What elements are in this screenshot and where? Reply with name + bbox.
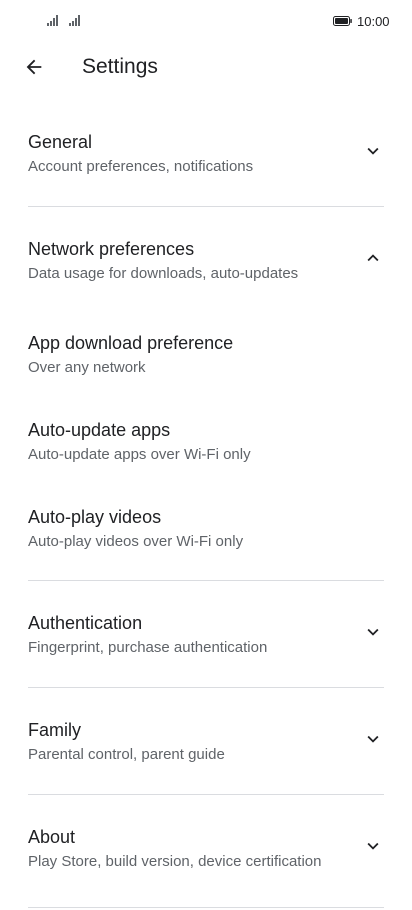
status-time: 10:00 — [357, 14, 390, 29]
back-button[interactable] — [18, 51, 50, 83]
section-family[interactable]: Family Parental control, parent guide — [28, 688, 384, 795]
settings-list: General Account preferences, notificatio… — [0, 100, 412, 908]
section-about[interactable]: About Play Store, build version, device … — [28, 795, 384, 908]
setting-auto-play-videos[interactable]: Auto-play videos Auto-play videos over W… — [28, 487, 384, 574]
arrow-back-icon — [26, 59, 42, 75]
chevron-down-icon — [367, 628, 379, 636]
section-subtitle: Play Store, build version, device certif… — [28, 853, 322, 870]
section-header[interactable]: Family Parental control, parent guide — [28, 688, 384, 794]
chevron-down-icon — [367, 842, 379, 850]
section-subtitle: Account preferences, notifications — [28, 158, 254, 175]
app-bar: Settings — [0, 44, 412, 90]
section-title: About — [28, 827, 76, 847]
setting-value: Over any network — [28, 359, 146, 376]
signal-icon — [69, 15, 80, 26]
setting-auto-update-apps[interactable]: Auto-update apps Auto-update apps over W… — [28, 400, 384, 487]
section-general[interactable]: General Account preferences, notificatio… — [28, 100, 384, 207]
status-bar: 10:00 — [0, 0, 412, 44]
signal-icon — [47, 15, 58, 26]
setting-value: Auto-update apps over Wi-Fi only — [28, 446, 251, 463]
section-header[interactable]: Authentication Fingerprint, purchase aut… — [28, 581, 384, 687]
section-title: General — [28, 132, 93, 152]
setting-app-download-preference[interactable]: App download preference Over any network — [28, 313, 384, 400]
setting-value: Auto-play videos over Wi-Fi only — [28, 533, 244, 550]
page-title: Settings — [82, 55, 158, 78]
setting-title: Auto-play videos — [28, 507, 162, 527]
section-title: Family — [28, 720, 81, 740]
chevron-down-icon — [367, 147, 379, 155]
section-network-preferences[interactable]: Network preferences Data usage for downl… — [28, 207, 384, 581]
chevron-down-icon — [367, 735, 379, 743]
section-subtitle: Fingerprint, purchase authentication — [28, 639, 268, 656]
section-header[interactable]: About Play Store, build version, device … — [28, 795, 384, 901]
setting-title: Auto-update apps — [28, 420, 171, 440]
divider — [28, 907, 384, 908]
battery-icon — [333, 16, 352, 26]
section-header[interactable]: Network preferences Data usage for downl… — [28, 207, 384, 313]
section-title: Network preferences — [28, 239, 195, 259]
setting-title: App download preference — [28, 333, 234, 353]
section-subtitle: Data usage for downloads, auto-updates — [28, 265, 299, 282]
section-authentication[interactable]: Authentication Fingerprint, purchase aut… — [28, 581, 384, 688]
section-header[interactable]: General Account preferences, notificatio… — [28, 100, 384, 206]
section-title: Authentication — [28, 613, 143, 633]
section-subtitle: Parental control, parent guide — [28, 746, 225, 763]
chevron-up-icon — [367, 254, 379, 262]
